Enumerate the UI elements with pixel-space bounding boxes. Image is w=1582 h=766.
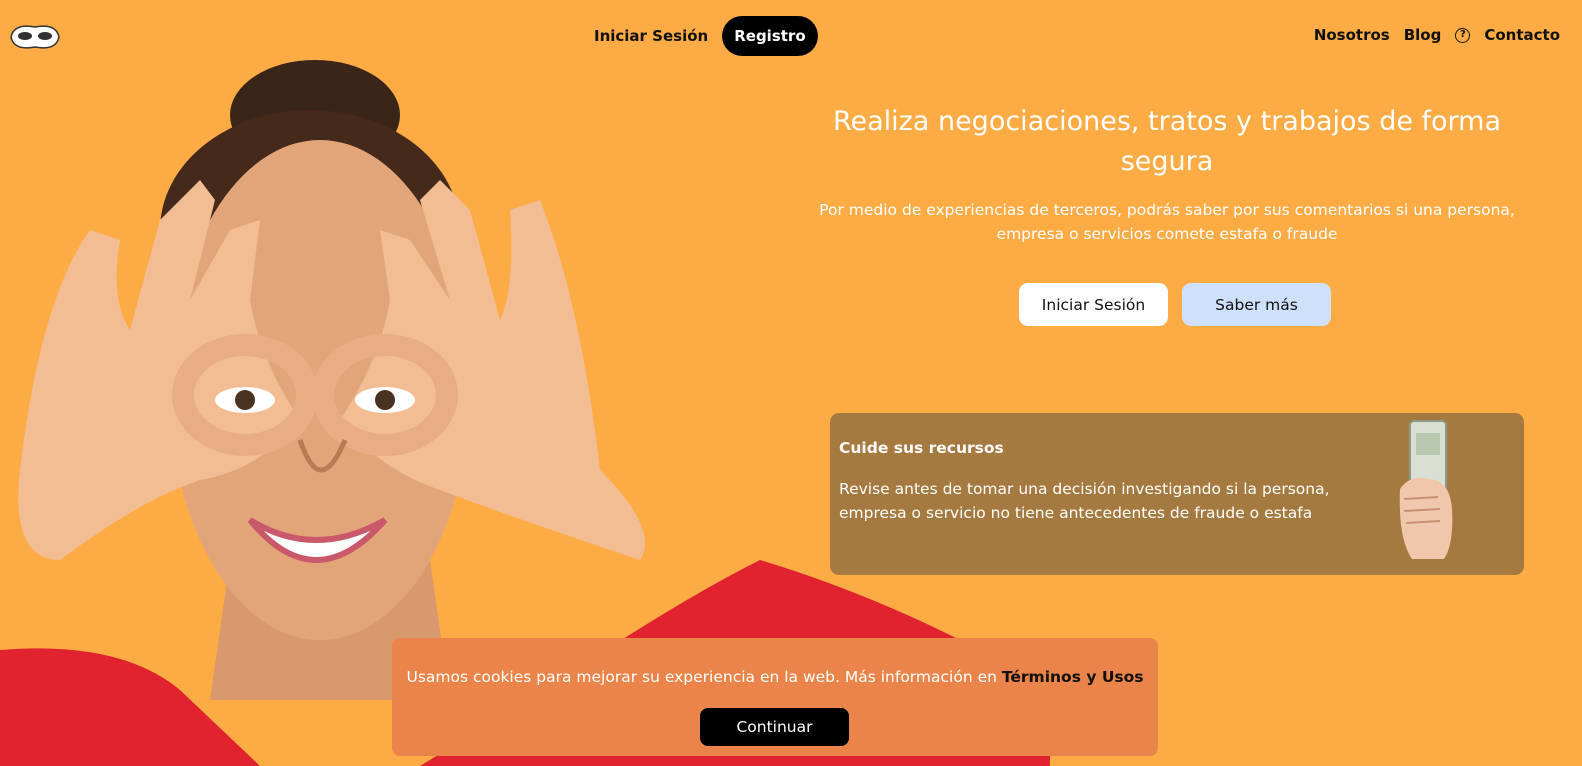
mask-logo-icon[interactable] (8, 17, 62, 55)
card-text: Revise antes de tomar una decisión inves… (839, 480, 1330, 522)
hero-actions: Iniciar Sesión Saber más (1019, 283, 1331, 326)
hero-subtitle: Por medio de experiencias de terceros, p… (819, 201, 1515, 243)
cookie-text: Usamos cookies para mejorar su experienc… (392, 668, 1158, 686)
hero-login-button[interactable]: Iniciar Sesión (1019, 283, 1168, 326)
auth-nav: Iniciar Sesión Registro (594, 16, 818, 56)
terms-link[interactable]: Términos y Usos (1002, 668, 1144, 686)
nav-contact-link[interactable]: Contacto (1484, 26, 1560, 44)
learn-more-button[interactable]: Saber más (1182, 283, 1331, 326)
landing-page: Iniciar Sesión Registro Nosotros Blog ? … (0, 0, 1582, 766)
login-link[interactable]: Iniciar Sesión (594, 27, 708, 45)
hero-title: Realiza negociaciones, tratos y trabajos… (832, 106, 1502, 177)
cookie-banner: Usamos cookies para mejorar su experienc… (392, 638, 1158, 756)
continue-button[interactable]: Continuar (700, 708, 849, 746)
resources-card: Cuide sus recursos Revise antes de tomar… (830, 413, 1524, 575)
nav-blog-link[interactable]: Blog (1404, 26, 1442, 44)
nav-about-link[interactable]: Nosotros (1314, 26, 1390, 44)
money-hand-image (1399, 420, 1453, 559)
card-title: Cuide sus recursos (839, 439, 1004, 457)
help-icon[interactable]: ? (1455, 27, 1471, 43)
cookie-message: Usamos cookies para mejorar su experienc… (406, 668, 997, 686)
main-nav: Nosotros Blog ? Contacto (1314, 26, 1560, 44)
register-button[interactable]: Registro (722, 16, 818, 56)
